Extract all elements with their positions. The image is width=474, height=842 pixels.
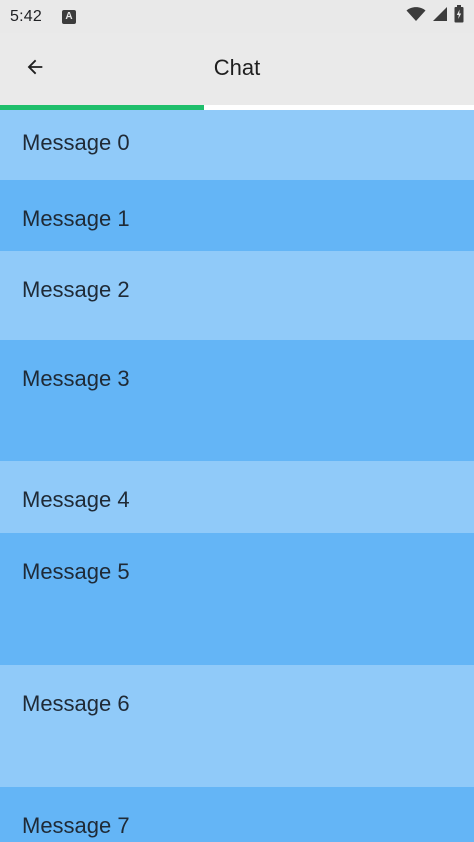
status-time: 5:42 xyxy=(10,7,42,25)
status-icons xyxy=(406,5,464,28)
message-text: Message 3 xyxy=(22,366,130,391)
list-item[interactable]: Message 6 xyxy=(0,665,474,787)
message-text: Message 5 xyxy=(22,559,130,584)
message-text: Message 4 xyxy=(22,487,130,512)
message-list[interactable]: Message 0 Message 1 Message 2 Message 3 … xyxy=(0,110,474,842)
battery-icon xyxy=(454,5,464,28)
message-text: Message 7 xyxy=(22,813,130,838)
list-item[interactable]: Message 2 xyxy=(0,251,474,340)
message-text: Message 1 xyxy=(22,206,130,231)
signal-icon xyxy=(432,6,448,27)
list-item[interactable]: Message 1 xyxy=(0,180,474,251)
list-item[interactable]: Message 0 xyxy=(0,110,474,180)
status-bar: 5:42 A xyxy=(0,0,474,33)
message-text: Message 2 xyxy=(22,277,130,302)
list-item[interactable]: Message 3 xyxy=(0,340,474,461)
page-title: Chat xyxy=(213,55,261,80)
list-item[interactable]: Message 4 xyxy=(0,461,474,533)
app-bar: Chat xyxy=(0,33,474,105)
list-item[interactable]: Message 7 xyxy=(0,787,474,842)
message-text: Message 0 xyxy=(22,130,130,155)
message-text: Message 6 xyxy=(22,691,130,716)
a-icon: A xyxy=(61,9,76,24)
wifi-icon xyxy=(406,6,426,27)
list-item[interactable]: Message 5 xyxy=(0,533,474,665)
